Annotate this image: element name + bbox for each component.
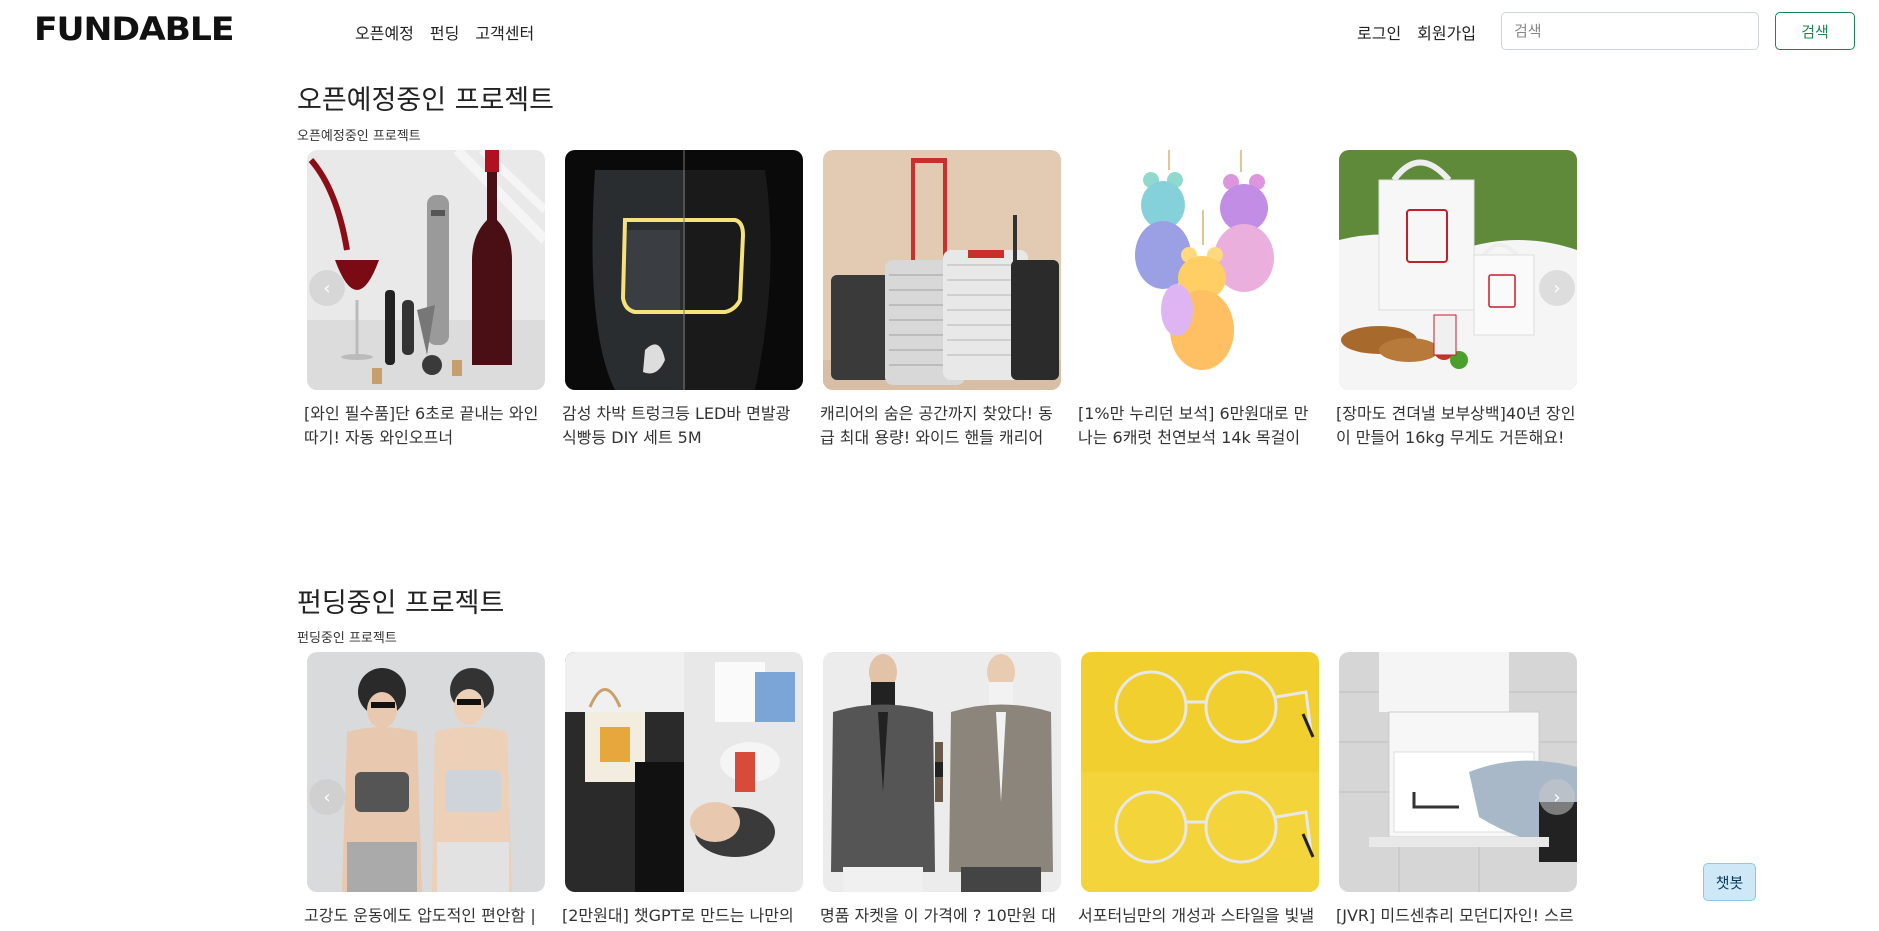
project-title[interactable]: 감성 차박 트렁크등 LED바 면발광 식빵등 DIY 세트 5M xyxy=(562,402,806,450)
auth-links: 로그인 회원가입 xyxy=(1357,20,1476,44)
carousel-next-button[interactable]: › xyxy=(1539,779,1575,815)
project-title[interactable]: [1%만 누리던 보석] 6만원대로 만나는 6캐럿 천연보석 14k 목걸이 xyxy=(1078,402,1322,450)
project-image-luggage[interactable] xyxy=(823,150,1061,390)
carousel-prev-button[interactable]: ‹ xyxy=(309,779,345,815)
project-image-tote-bag[interactable]: › xyxy=(1339,150,1577,390)
carousel-prev-button[interactable]: ‹ xyxy=(309,270,345,306)
project-card[interactable]: 명품 자켓을 이 가격에 ? 10만원 대에 xyxy=(820,652,1064,931)
project-card[interactable]: 감성 차박 트렁크등 LED바 면발광 식빵등 DIY 세트 5M xyxy=(562,150,806,450)
project-card[interactable]: ‹ 고강도 운동에도 압도적인 편안함 | 어 xyxy=(304,652,548,931)
project-card[interactable]: [1%만 누리던 보석] 6만원대로 만나는 6캐럿 천연보석 14k 목걸이 xyxy=(1078,150,1322,450)
chevron-right-icon: › xyxy=(1553,277,1561,299)
project-image-bear-necklace[interactable] xyxy=(1081,150,1319,390)
project-card[interactable]: 서포터님만의 개성과 스타일을 빛낼 xyxy=(1078,652,1322,928)
project-card[interactable]: › [장마도 견뎌낼 보부상백]40년 장인이 만들어 16kg 무게도 거뜬해… xyxy=(1336,150,1580,450)
chatbot-button[interactable]: 챗봇 xyxy=(1703,863,1756,901)
project-title[interactable]: 서포터님만의 개성과 스타일을 빛낼 xyxy=(1078,904,1322,928)
funding-section-title: 펀딩중인 프로젝트 xyxy=(297,588,505,619)
navbar: FUNDABLE 오픈예정 펀딩 고객센터 로그인 회원가입 검색 xyxy=(0,0,1879,62)
project-card[interactable]: ‹ [와인 필수품]단 6초로 끝내는 와인 따기! 자동 와인오프너 xyxy=(304,150,548,450)
upcoming-section-subtitle: 오픈예정중인 프로젝트 xyxy=(297,129,421,144)
project-title[interactable]: [와인 필수품]단 6초로 끝내는 와인 따기! 자동 와인오프너 xyxy=(304,402,548,450)
upcoming-section-title: 오픈예정중인 프로젝트 xyxy=(297,85,554,116)
project-title[interactable]: 명품 자켓을 이 가격에 ? 10만원 대에 xyxy=(820,904,1064,931)
project-image-drawer[interactable]: › xyxy=(1339,652,1577,892)
nav-upcoming[interactable]: 오픈예정 xyxy=(355,20,414,44)
project-image-sportswear[interactable]: ‹ xyxy=(307,652,545,892)
chevron-right-icon: › xyxy=(1553,786,1561,808)
chevron-left-icon: ‹ xyxy=(323,786,331,808)
carousel-next-button[interactable]: › xyxy=(1539,270,1575,306)
signup-link[interactable]: 회원가입 xyxy=(1417,20,1476,44)
project-card[interactable]: › [JVR] 미드센츄리 모던디자인! 스르륵 xyxy=(1336,652,1580,931)
chevron-left-icon: ‹ xyxy=(323,277,331,299)
project-card[interactable]: [2만원대] 챗GPT로 만드는 나만의 옷 xyxy=(562,652,806,931)
nav-support[interactable]: 고객센터 xyxy=(475,20,534,44)
project-image-glasses[interactable] xyxy=(1081,652,1319,892)
funding-section-subtitle: 펀딩중인 프로젝트 xyxy=(297,631,397,646)
project-title[interactable]: 캐리어의 숨은 공간까지 찾았다! 동급 최대 용량! 와이드 핸들 캐리어 xyxy=(820,402,1064,450)
search-input[interactable] xyxy=(1501,12,1759,50)
project-card[interactable]: 캐리어의 숨은 공간까지 찾았다! 동급 최대 용량! 와이드 핸들 캐리어 xyxy=(820,150,1064,450)
project-title[interactable]: [장마도 견뎌낼 보부상백]40년 장인이 만들어 16kg 무게도 거뜬해요! xyxy=(1336,402,1580,450)
main-nav: 오픈예정 펀딩 고객센터 xyxy=(355,20,534,44)
login-link[interactable]: 로그인 xyxy=(1357,20,1401,44)
project-title[interactable]: [2만원대] 챗GPT로 만드는 나만의 옷 xyxy=(562,904,806,931)
project-title[interactable]: [JVR] 미드센츄리 모던디자인! 스르륵 xyxy=(1336,904,1580,931)
project-image-led-trunk[interactable] xyxy=(565,150,803,390)
nav-funding[interactable]: 펀딩 xyxy=(430,20,459,44)
project-image-custom-clothes[interactable] xyxy=(565,652,803,892)
project-image-jacket[interactable] xyxy=(823,652,1061,892)
project-title[interactable]: 고강도 운동에도 압도적인 편안함 | 어 xyxy=(304,904,548,931)
project-image-wine-opener[interactable]: ‹ xyxy=(307,150,545,390)
logo[interactable]: FUNDABLE xyxy=(34,10,234,48)
search-button[interactable]: 검색 xyxy=(1775,12,1855,50)
